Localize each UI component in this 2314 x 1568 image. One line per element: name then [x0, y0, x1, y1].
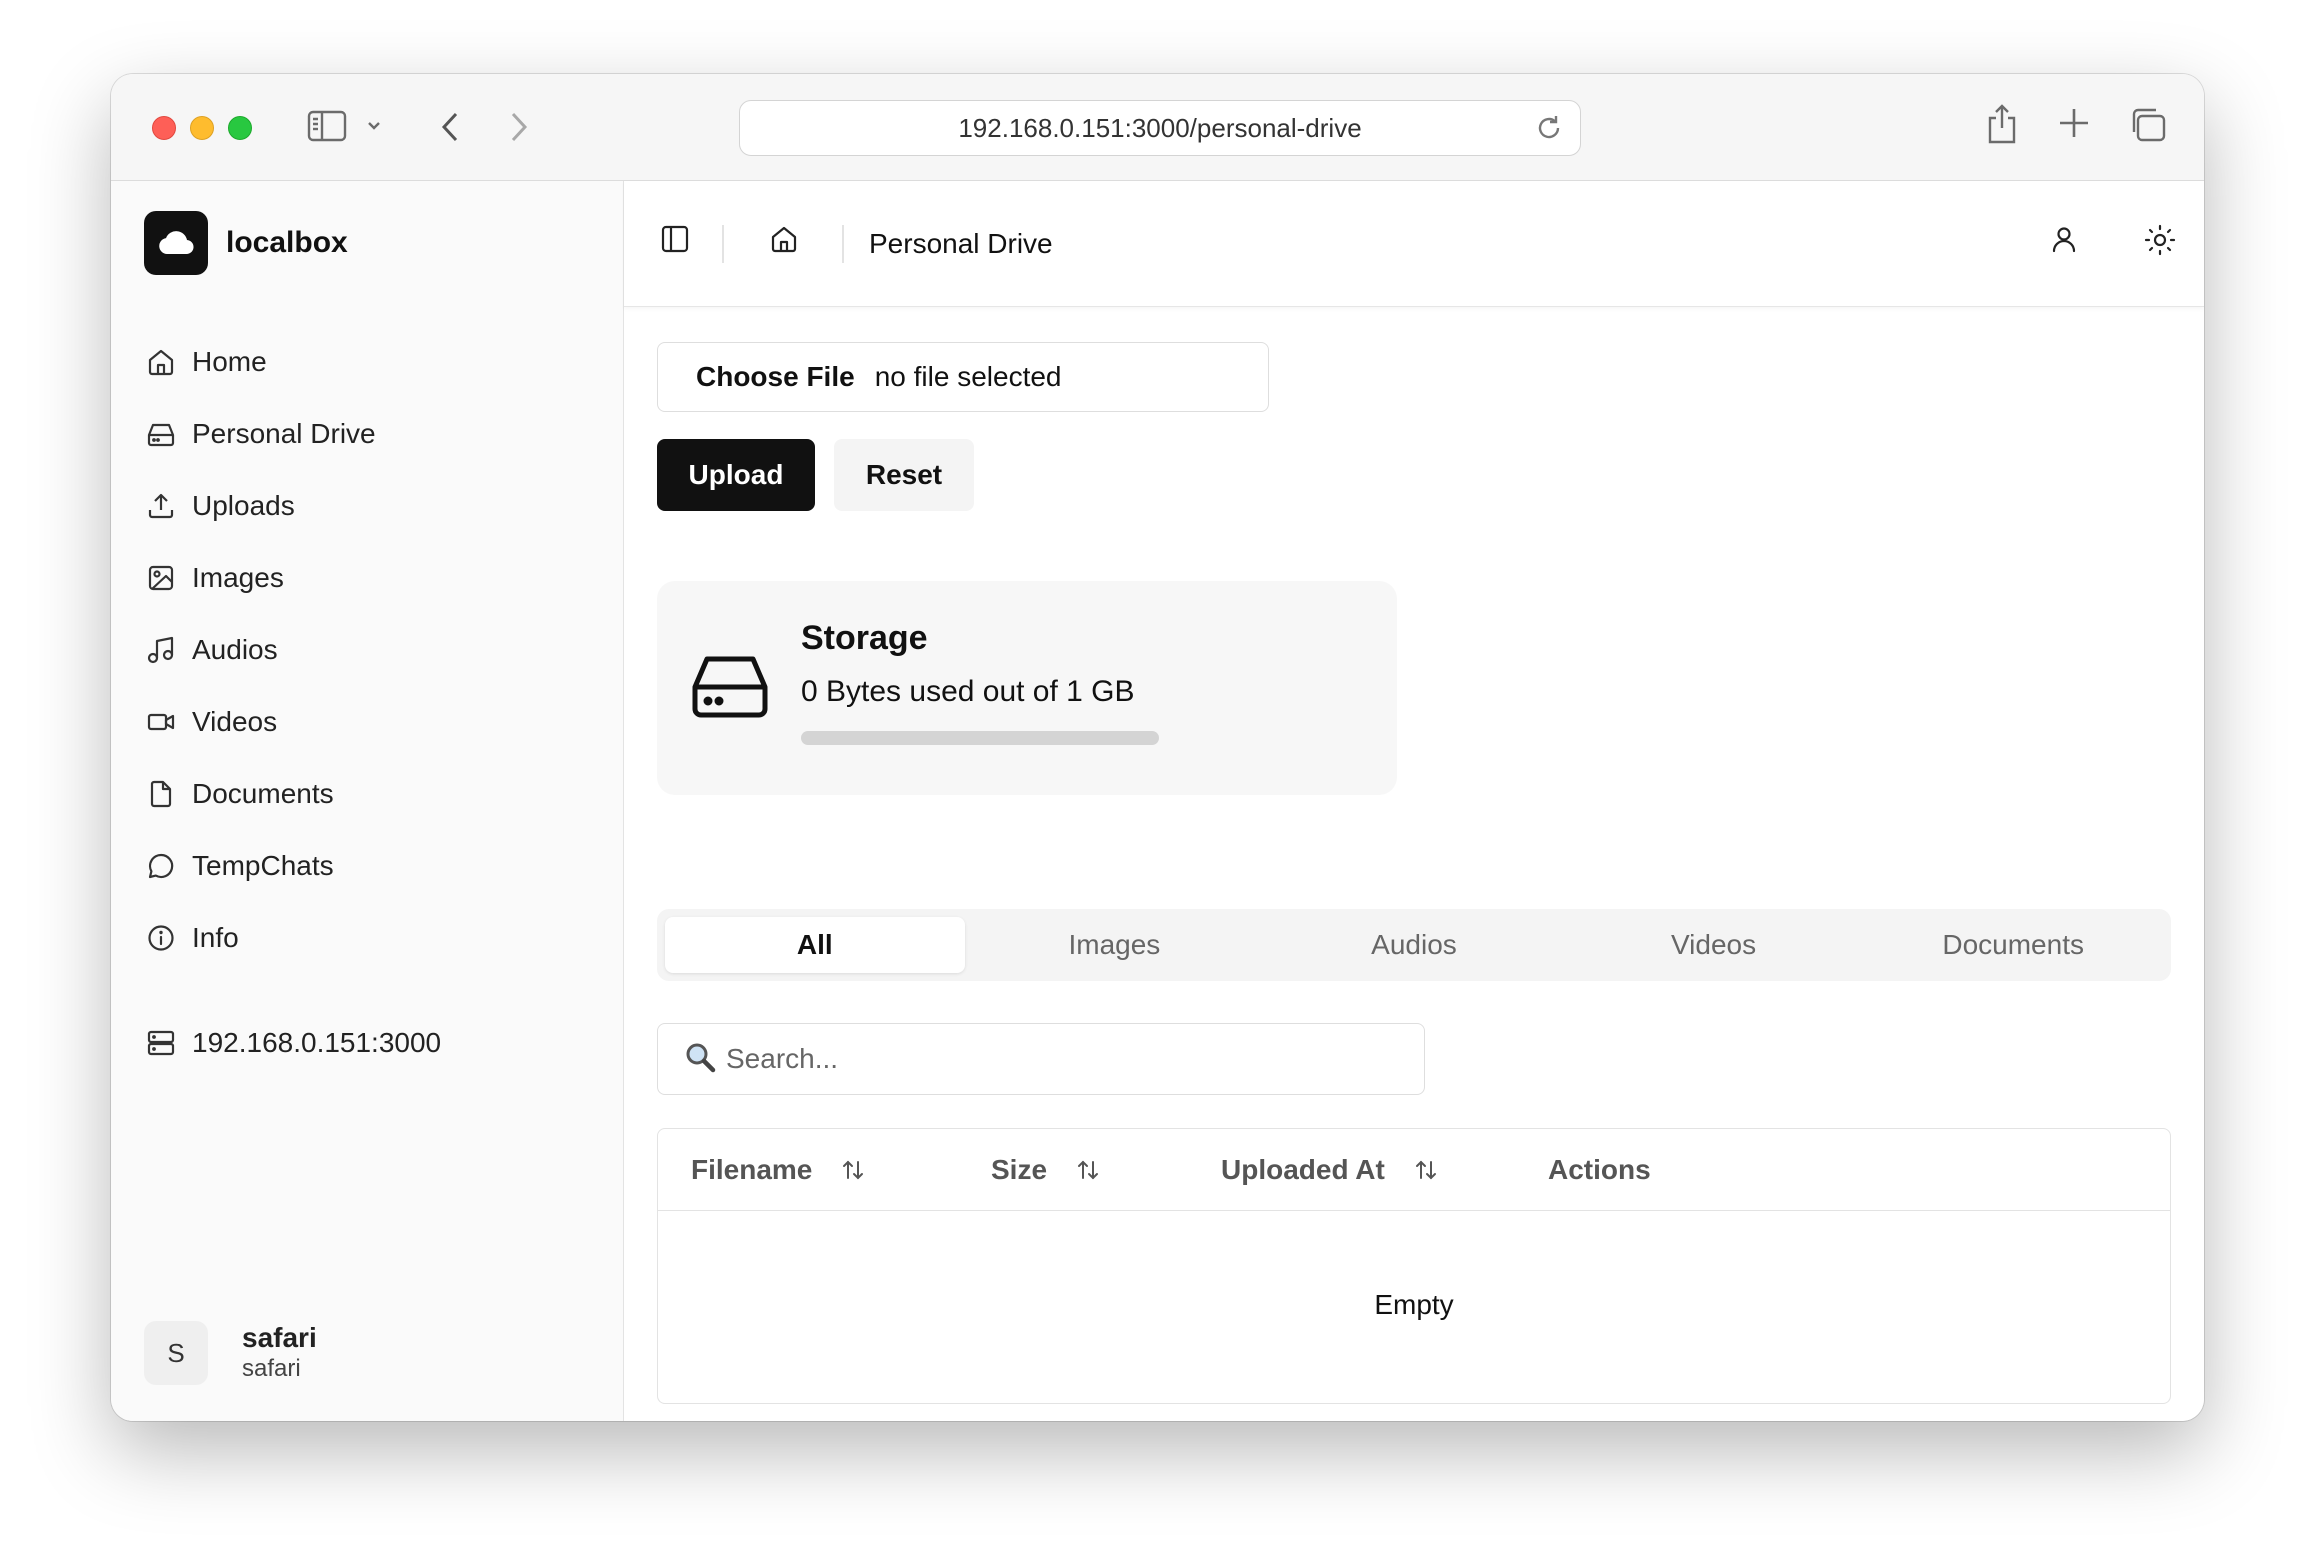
page-header: Personal Drive	[624, 181, 2204, 307]
sort-icon[interactable]	[1077, 1159, 1099, 1181]
home-icon	[144, 345, 178, 379]
upload-icon	[144, 489, 178, 523]
column-actions: Actions	[1548, 1152, 1651, 1188]
column-label: Actions	[1548, 1154, 1651, 1185]
storage-usage: 0 Bytes used out of 1 GB	[801, 675, 1135, 708]
tab-all[interactable]: All	[665, 917, 965, 973]
choose-file-button[interactable]: Choose File	[696, 361, 855, 393]
sidebar-item-home[interactable]: Home	[144, 326, 594, 398]
chevron-down-icon[interactable]	[366, 118, 382, 134]
avatar: S	[144, 1321, 208, 1385]
brand-name: localbox	[226, 226, 348, 259]
sidebar-item-label: Documents	[192, 778, 334, 809]
sort-icon[interactable]	[1415, 1159, 1437, 1181]
chat-icon	[144, 849, 178, 883]
panel-toggle-icon[interactable]	[660, 224, 690, 254]
sidebar-item-audios[interactable]: Audios	[144, 614, 594, 686]
tab-videos[interactable]: Videos	[1564, 917, 1864, 973]
server-icon	[144, 1026, 178, 1060]
address-bar[interactable]: 192.168.0.151:3000/personal-drive	[739, 100, 1581, 156]
back-arrow-icon[interactable]	[438, 110, 462, 144]
sidebar-item-label: Personal Drive	[192, 418, 376, 449]
sidebar-item-label: Uploads	[192, 490, 295, 521]
tab-audios[interactable]: Audios	[1264, 917, 1564, 973]
search-input[interactable]	[726, 1043, 1406, 1075]
home-breadcrumb-icon[interactable]	[769, 224, 799, 254]
music-icon	[144, 633, 178, 667]
user-menu[interactable]: S safari safari	[144, 1321, 317, 1385]
file-type-tabs: All Images Audios Videos Documents	[657, 909, 2171, 981]
divider	[722, 225, 724, 263]
browser-toolbar: 192.168.0.151:3000/personal-drive	[111, 74, 2204, 181]
sidebar-item-label: Home	[192, 346, 267, 377]
column-filename[interactable]: Filename	[691, 1152, 864, 1188]
file-status: no file selected	[874, 361, 1062, 392]
server-address[interactable]: 192.168.0.151:3000	[144, 1013, 441, 1073]
breadcrumb: Personal Drive	[869, 228, 1053, 259]
sidebar-nav: Home Personal Drive Uploads Images Audio…	[144, 326, 594, 974]
storage-title: Storage	[801, 619, 928, 657]
file-icon	[144, 777, 178, 811]
file-input[interactable]: Choose File no file selected	[657, 342, 1269, 412]
brand[interactable]: localbox	[144, 211, 348, 275]
hard-drive-icon	[691, 653, 769, 724]
upload-button[interactable]: Upload	[657, 439, 815, 511]
sidebar-item-tempchats[interactable]: TempChats	[144, 830, 594, 902]
server-address-label: 192.168.0.151:3000	[192, 1027, 442, 1058]
tab-overview-icon[interactable]	[2128, 106, 2168, 144]
sidebar-item-videos[interactable]: Videos	[144, 686, 594, 758]
sidebar-toggle-icon[interactable]	[307, 110, 347, 142]
new-tab-icon[interactable]	[2057, 106, 2091, 140]
theme-toggle-sun-icon[interactable]	[2144, 224, 2176, 256]
share-icon[interactable]	[1985, 102, 2019, 146]
user-subtitle: safari	[242, 1355, 301, 1382]
empty-state: Empty	[1374, 1289, 1454, 1320]
column-label: Size	[991, 1154, 1048, 1185]
divider	[842, 225, 844, 263]
sidebar-item-label: Audios	[192, 634, 278, 665]
files-table: Filename Size Uploaded At Actions Empty	[657, 1128, 2171, 1404]
sidebar-item-info[interactable]: Info	[144, 902, 594, 974]
sidebar-item-documents[interactable]: Documents	[144, 758, 594, 830]
column-uploaded-at[interactable]: Uploaded At	[1221, 1152, 1437, 1188]
search-box[interactable]	[657, 1023, 1425, 1095]
sidebar-item-uploads[interactable]: Uploads	[144, 470, 594, 542]
info-icon	[144, 921, 178, 955]
video-icon	[144, 705, 178, 739]
sidebar-item-personal-drive[interactable]: Personal Drive	[144, 398, 594, 470]
user-profile-icon[interactable]	[2049, 224, 2079, 254]
image-icon	[144, 561, 178, 595]
url-text: 192.168.0.151:3000/personal-drive	[958, 112, 1362, 143]
tab-images[interactable]: Images	[965, 917, 1265, 973]
browser-window: 192.168.0.151:3000/personal-drive localb…	[111, 74, 2204, 1421]
cloud-logo-icon	[144, 211, 208, 275]
user-name: safari	[242, 1322, 317, 1353]
sidebar: localbox Home Personal Drive Uploads Ima…	[111, 181, 624, 1421]
reload-icon[interactable]	[1534, 113, 1564, 150]
close-window-button[interactable]	[152, 116, 176, 140]
sidebar-item-label: Info	[192, 922, 239, 953]
sidebar-item-images[interactable]: Images	[144, 542, 594, 614]
sort-icon[interactable]	[842, 1159, 864, 1181]
forward-arrow-icon[interactable]	[507, 110, 531, 144]
table-header: Filename Size Uploaded At Actions	[658, 1129, 2170, 1211]
maximize-window-button[interactable]	[228, 116, 252, 140]
storage-progress-bar	[801, 731, 1159, 745]
sidebar-item-label: TempChats	[192, 850, 334, 881]
minimize-window-button[interactable]	[190, 116, 214, 140]
sidebar-item-label: Images	[192, 562, 284, 593]
column-label: Filename	[691, 1154, 813, 1185]
column-label: Uploaded At	[1221, 1154, 1385, 1185]
column-size[interactable]: Size	[991, 1152, 1099, 1188]
storage-card: Storage 0 Bytes used out of 1 GB	[657, 581, 1397, 795]
hard-drive-icon	[144, 417, 178, 451]
sidebar-item-label: Videos	[192, 706, 278, 737]
main-content: Personal Drive Choose File no file selec…	[624, 181, 2204, 1421]
search-icon	[684, 1041, 716, 1078]
tab-documents[interactable]: Documents	[1863, 917, 2163, 973]
reset-button[interactable]: Reset	[834, 439, 974, 511]
